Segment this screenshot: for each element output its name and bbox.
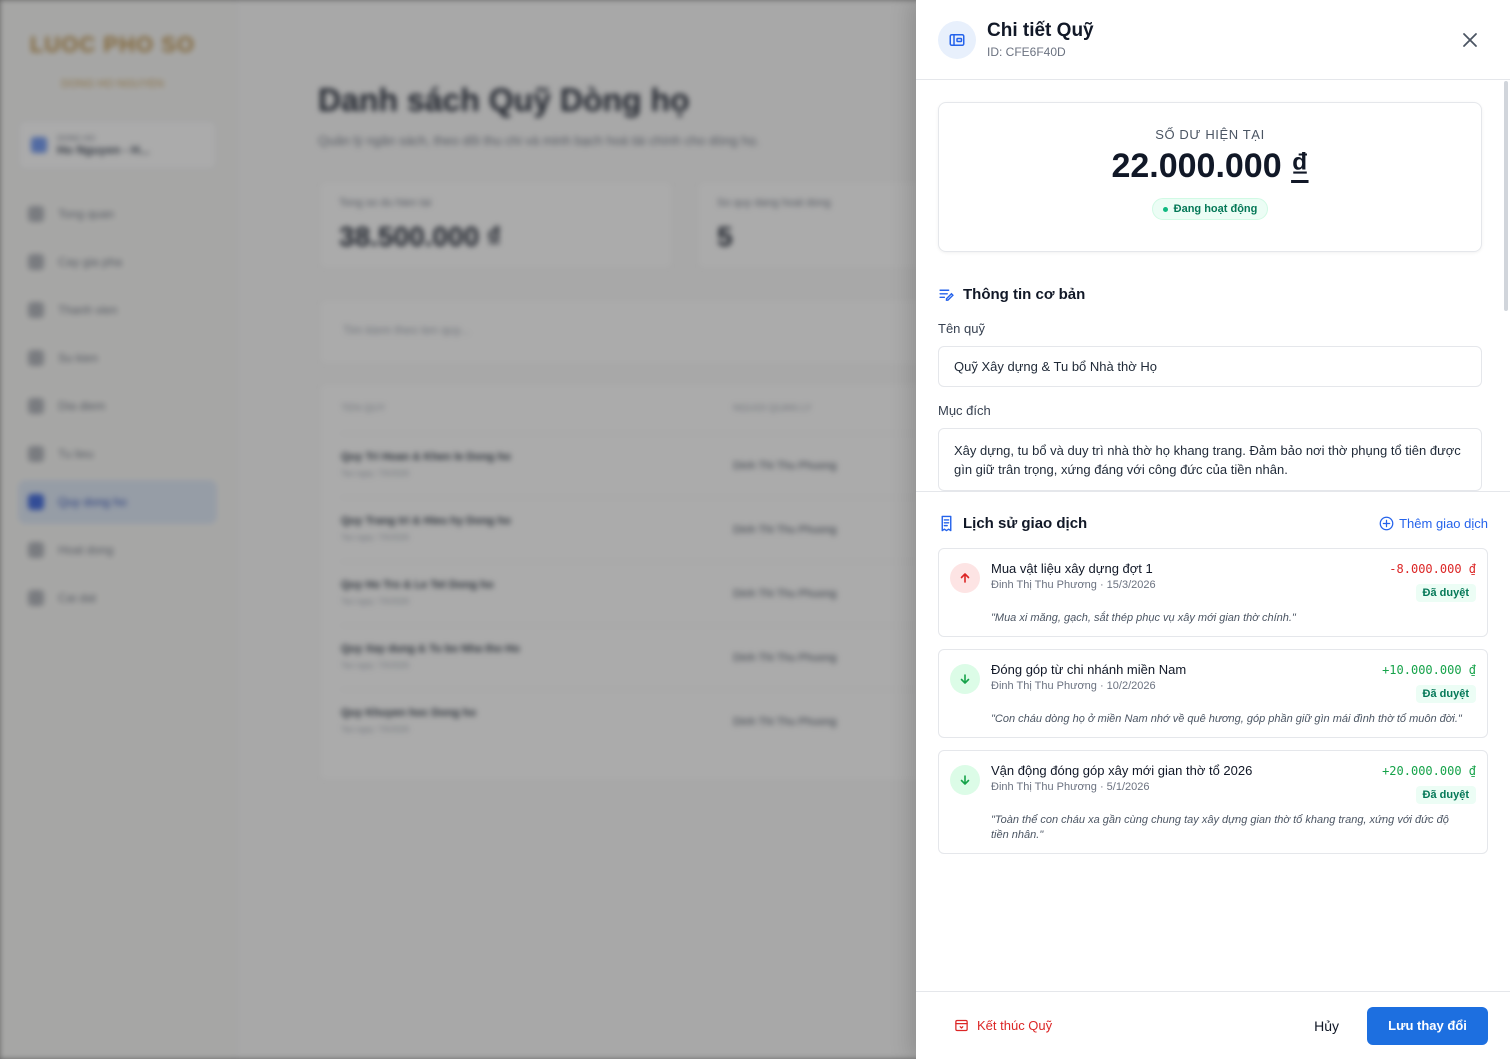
status-badge: Đang hoạt động — [1151, 198, 1269, 220]
drawer-footer: Kết thúc Quỹ Hủy Lưu thay đổi — [916, 991, 1510, 1059]
balance-card: SỐ DƯ HIỆN TẠI 22.000.000 ₫ Đang hoạt độ… — [938, 102, 1482, 252]
transaction-amount: -8.000.000 ₫ — [1389, 562, 1476, 576]
edit-list-icon — [939, 289, 954, 301]
balance-currency: ₫ — [1291, 147, 1309, 185]
transaction-history-header: Lịch sử giao dịch Thêm giao dịch — [938, 515, 1488, 532]
scrollbar[interactable] — [1502, 81, 1510, 991]
save-button[interactable]: Lưu thay đổi — [1367, 1006, 1488, 1045]
add-transaction-button[interactable]: Thêm giao dịch — [1379, 516, 1488, 531]
close-button[interactable] — [1456, 26, 1484, 54]
basic-info-heading: Thông tin cơ bản — [938, 286, 1482, 303]
transaction-meta: Đinh Thị Thu Phương · 15/3/2026 — [991, 579, 1156, 591]
transaction-note: "Mua xi măng, gạch, sắt thép phục vụ xây… — [991, 612, 1296, 624]
purpose-textarea[interactable]: Xây dựng, tu bổ và duy trì nhà thờ họ kh… — [938, 428, 1482, 491]
wallet-icon — [938, 20, 976, 59]
balance-label: SỐ DƯ HIỆN TẠI — [1155, 127, 1265, 142]
transaction-item[interactable]: Đóng góp từ chi nhánh miền Nam Đinh Thị … — [938, 649, 1488, 738]
arrow-down-icon — [950, 765, 980, 795]
section-title: Lịch sử giao dịch — [963, 515, 1088, 532]
transaction-status-badge: Đã duyệt — [1415, 786, 1476, 804]
balance-amount: 22.000.000 — [1111, 147, 1282, 185]
fund-id: ID: CFE6F40D — [987, 45, 1066, 59]
cancel-button[interactable]: Hủy — [1298, 1008, 1355, 1044]
add-transaction-label: Thêm giao dịch — [1399, 516, 1488, 531]
drawer-body[interactable]: SỐ DƯ HIỆN TẠI 22.000.000 ₫ Đang hoạt độ… — [916, 81, 1510, 491]
transaction-history: Lịch sử giao dịch Thêm giao dịch Mua vật… — [916, 491, 1510, 991]
purpose-label: Mục đích — [938, 403, 991, 418]
transaction-note: "Toàn thể con cháu xa gần cùng chung tay… — [991, 814, 1449, 841]
scrollbar-thumb[interactable] — [1504, 81, 1508, 311]
receipt-icon — [941, 515, 952, 532]
transaction-item[interactable]: Vận động đóng góp xây mới gian thờ tổ 20… — [938, 750, 1488, 854]
transaction-item[interactable]: Mua vật liệu xây dựng đợt 1 Đinh Thị Thu… — [938, 548, 1488, 637]
transaction-amount: +10.000.000 ₫ — [1382, 663, 1476, 677]
end-fund-label: Kết thúc Quỹ — [977, 1018, 1053, 1033]
fund-name-label: Tên quỹ — [938, 321, 985, 336]
arrow-down-icon — [950, 664, 980, 694]
status-dot-icon — [1162, 206, 1168, 212]
archive-icon — [955, 1019, 968, 1032]
section-title: Thông tin cơ bản — [963, 286, 1086, 303]
transaction-status-badge: Đã duyệt — [1415, 685, 1476, 703]
transaction-amount: +20.000.000 ₫ — [1382, 764, 1476, 778]
transaction-status-badge: Đã duyệt — [1415, 584, 1476, 602]
transaction-meta: Đinh Thị Thu Phương · 10/2/2026 — [991, 680, 1156, 692]
fund-detail-drawer: Chi tiết Quỹ ID: CFE6F40D SỐ DƯ HIỆN TẠI… — [916, 0, 1510, 1059]
status-text: Đang hoạt động — [1173, 203, 1258, 215]
close-icon — [1463, 32, 1477, 47]
end-fund-button[interactable]: Kết thúc Quỹ — [954, 1018, 1052, 1033]
balance-value: 22.000.000 ₫ — [939, 147, 1481, 186]
fund-name-input[interactable]: Quỹ Xây dựng & Tu bổ Nhà thờ Họ — [938, 346, 1482, 387]
drawer-title: Chi tiết Quỹ — [987, 20, 1094, 41]
transaction-list: Mua vật liệu xây dựng đợt 1 Đinh Thị Thu… — [938, 548, 1488, 854]
plus-circle-icon — [1379, 516, 1394, 531]
drawer-header: Chi tiết Quỹ ID: CFE6F40D — [916, 0, 1510, 80]
arrow-up-icon — [950, 563, 980, 593]
transaction-note: "Con cháu dòng họ ở miền Nam nhớ về quê … — [991, 713, 1462, 725]
transaction-meta: Đinh Thị Thu Phương · 5/1/2026 — [991, 781, 1150, 793]
